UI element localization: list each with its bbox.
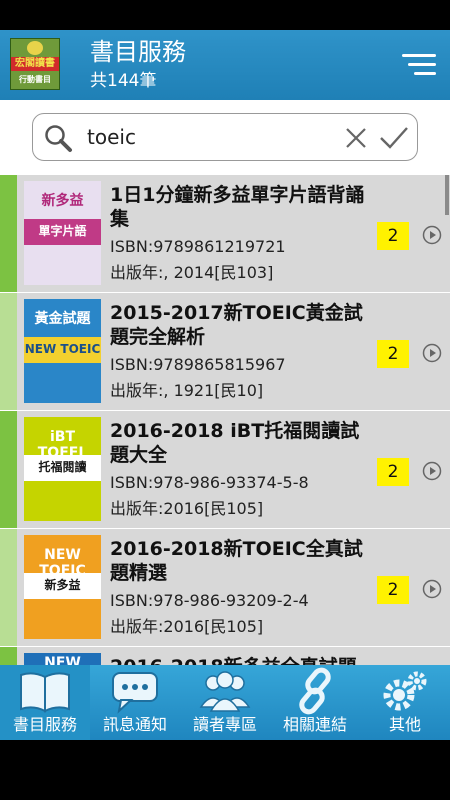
cover-text: NEW: [44, 655, 81, 665]
system-navigation-bar: [0, 740, 450, 800]
app-bar: 宏閣讀書 行動書目 書目服務 共144筆: [0, 30, 450, 100]
status-bar: [0, 0, 450, 30]
page-title: 書目服務: [90, 38, 186, 66]
book-row[interactable]: NEW TOEIC 新多益 2016-2018新TOEIC全真試題精選 ISBN…: [0, 529, 450, 647]
gears-icon: [383, 671, 427, 711]
book-icon: [20, 672, 70, 713]
holdings-count-badge: 2: [377, 576, 409, 604]
confirm-check-icon[interactable]: [379, 125, 409, 151]
book-row[interactable]: iBT TOEFL 托福閱讀 2016-2018 iBT托福閱讀試題大全 ISB…: [0, 411, 450, 529]
tab-label: 訊息通知: [102, 715, 167, 734]
cover-text: 新多益: [44, 578, 81, 592]
book-row[interactable]: NEW 2016-2018新多益全真試題: [0, 647, 450, 665]
book-cover: iBT TOEFL 托福閱讀: [24, 417, 101, 521]
holdings-count-badge: 2: [377, 458, 409, 486]
tab-label: 相關連結: [282, 715, 347, 734]
play-arrow-icon[interactable]: [422, 461, 442, 481]
book-cover: 新多益 單字片語: [24, 181, 101, 285]
tab-label: 其他: [388, 715, 421, 734]
logo-line1: 宏閣讀書: [15, 58, 55, 69]
search-box: [32, 113, 418, 161]
row-stripe: [0, 293, 17, 410]
holdings-count-badge: 2: [377, 340, 409, 368]
clear-icon[interactable]: [344, 126, 368, 150]
book-year: 出版年:, 1921[民10]: [110, 381, 264, 400]
play-arrow-icon[interactable]: [422, 579, 442, 599]
book-year: 出版年:2016[民105]: [110, 617, 264, 636]
search-input[interactable]: [87, 122, 327, 152]
holdings-count-badge: 2: [377, 222, 409, 250]
book-row[interactable]: 黃金試題 NEW TOEIC 2015-2017新TOEIC黃金試題完全解析 I…: [0, 293, 450, 411]
cover-text: 單字片語: [38, 224, 87, 238]
app-logo: 宏閣讀書 行動書目: [10, 38, 60, 90]
chat-bubble-icon: [112, 672, 158, 714]
scrollbar[interactable]: [445, 175, 449, 215]
row-stripe: [0, 411, 17, 528]
search-bar: [0, 100, 450, 175]
users-icon: [199, 671, 251, 712]
search-icon: [45, 125, 72, 152]
tab-notifications[interactable]: 訊息通知: [90, 665, 180, 740]
book-year: 出版年:, 2014[民103]: [110, 263, 274, 282]
cover-text: 黃金試題: [34, 311, 91, 327]
book-isbn: ISBN:978-986-93209-2-4: [110, 591, 309, 610]
book-isbn: ISBN:9789865815967: [110, 355, 286, 374]
book-title: 2016-2018 iBT托福閱讀試題大全: [110, 420, 360, 466]
tab-label: 書目服務: [12, 715, 77, 734]
row-stripe: [0, 529, 17, 646]
tab-related-links[interactable]: 相關連結: [270, 665, 360, 740]
cover-text: 托福閱讀: [38, 460, 87, 474]
book-title: 2016-2018新TOEIC全真試題精選: [110, 538, 363, 584]
tab-other[interactable]: 其他: [360, 665, 450, 740]
row-stripe: [0, 175, 17, 292]
link-icon: [299, 667, 331, 715]
play-arrow-icon[interactable]: [422, 343, 442, 363]
logo-line2: 行動書目: [19, 75, 51, 84]
cover-text: NEW TOEIC: [39, 547, 86, 579]
row-stripe: [0, 647, 17, 665]
tab-reader-zone[interactable]: 讀者專區: [180, 665, 270, 740]
cover-text: iBT TOEFL: [37, 429, 88, 461]
book-cover: 黃金試題 NEW TOEIC: [24, 299, 101, 403]
sort-menu-icon[interactable]: [402, 54, 436, 76]
tab-label: 讀者專區: [192, 715, 257, 734]
book-title: 1日1分鐘新多益單字片語背誦集: [110, 184, 365, 230]
play-arrow-icon[interactable]: [422, 225, 442, 245]
book-isbn: ISBN:9789861219721: [110, 237, 286, 256]
cover-text: 新多益: [41, 193, 84, 209]
book-year: 出版年:2016[民105]: [110, 499, 264, 518]
cover-text: NEW TOEIC: [24, 342, 101, 356]
bottom-tab-bar: 書目服務 訊息通知 讀者專區 相關連結 其他: [0, 665, 450, 740]
book-row[interactable]: 新多益 單字片語 1日1分鐘新多益單字片語背誦集 ISBN:9789861219…: [0, 175, 450, 293]
book-isbn: ISBN:978-986-93374-5-8: [110, 473, 309, 492]
result-count: 共144筆: [90, 71, 157, 91]
book-cover: NEW TOEIC 新多益: [24, 535, 101, 639]
book-title: 2016-2018新多益全真試題: [110, 655, 365, 665]
tab-catalog[interactable]: 書目服務: [0, 665, 90, 740]
book-list: 新多益 單字片語 1日1分鐘新多益單字片語背誦集 ISBN:9789861219…: [0, 175, 450, 665]
book-title: 2015-2017新TOEIC黃金試題完全解析: [110, 302, 363, 348]
book-cover: NEW: [24, 653, 101, 665]
